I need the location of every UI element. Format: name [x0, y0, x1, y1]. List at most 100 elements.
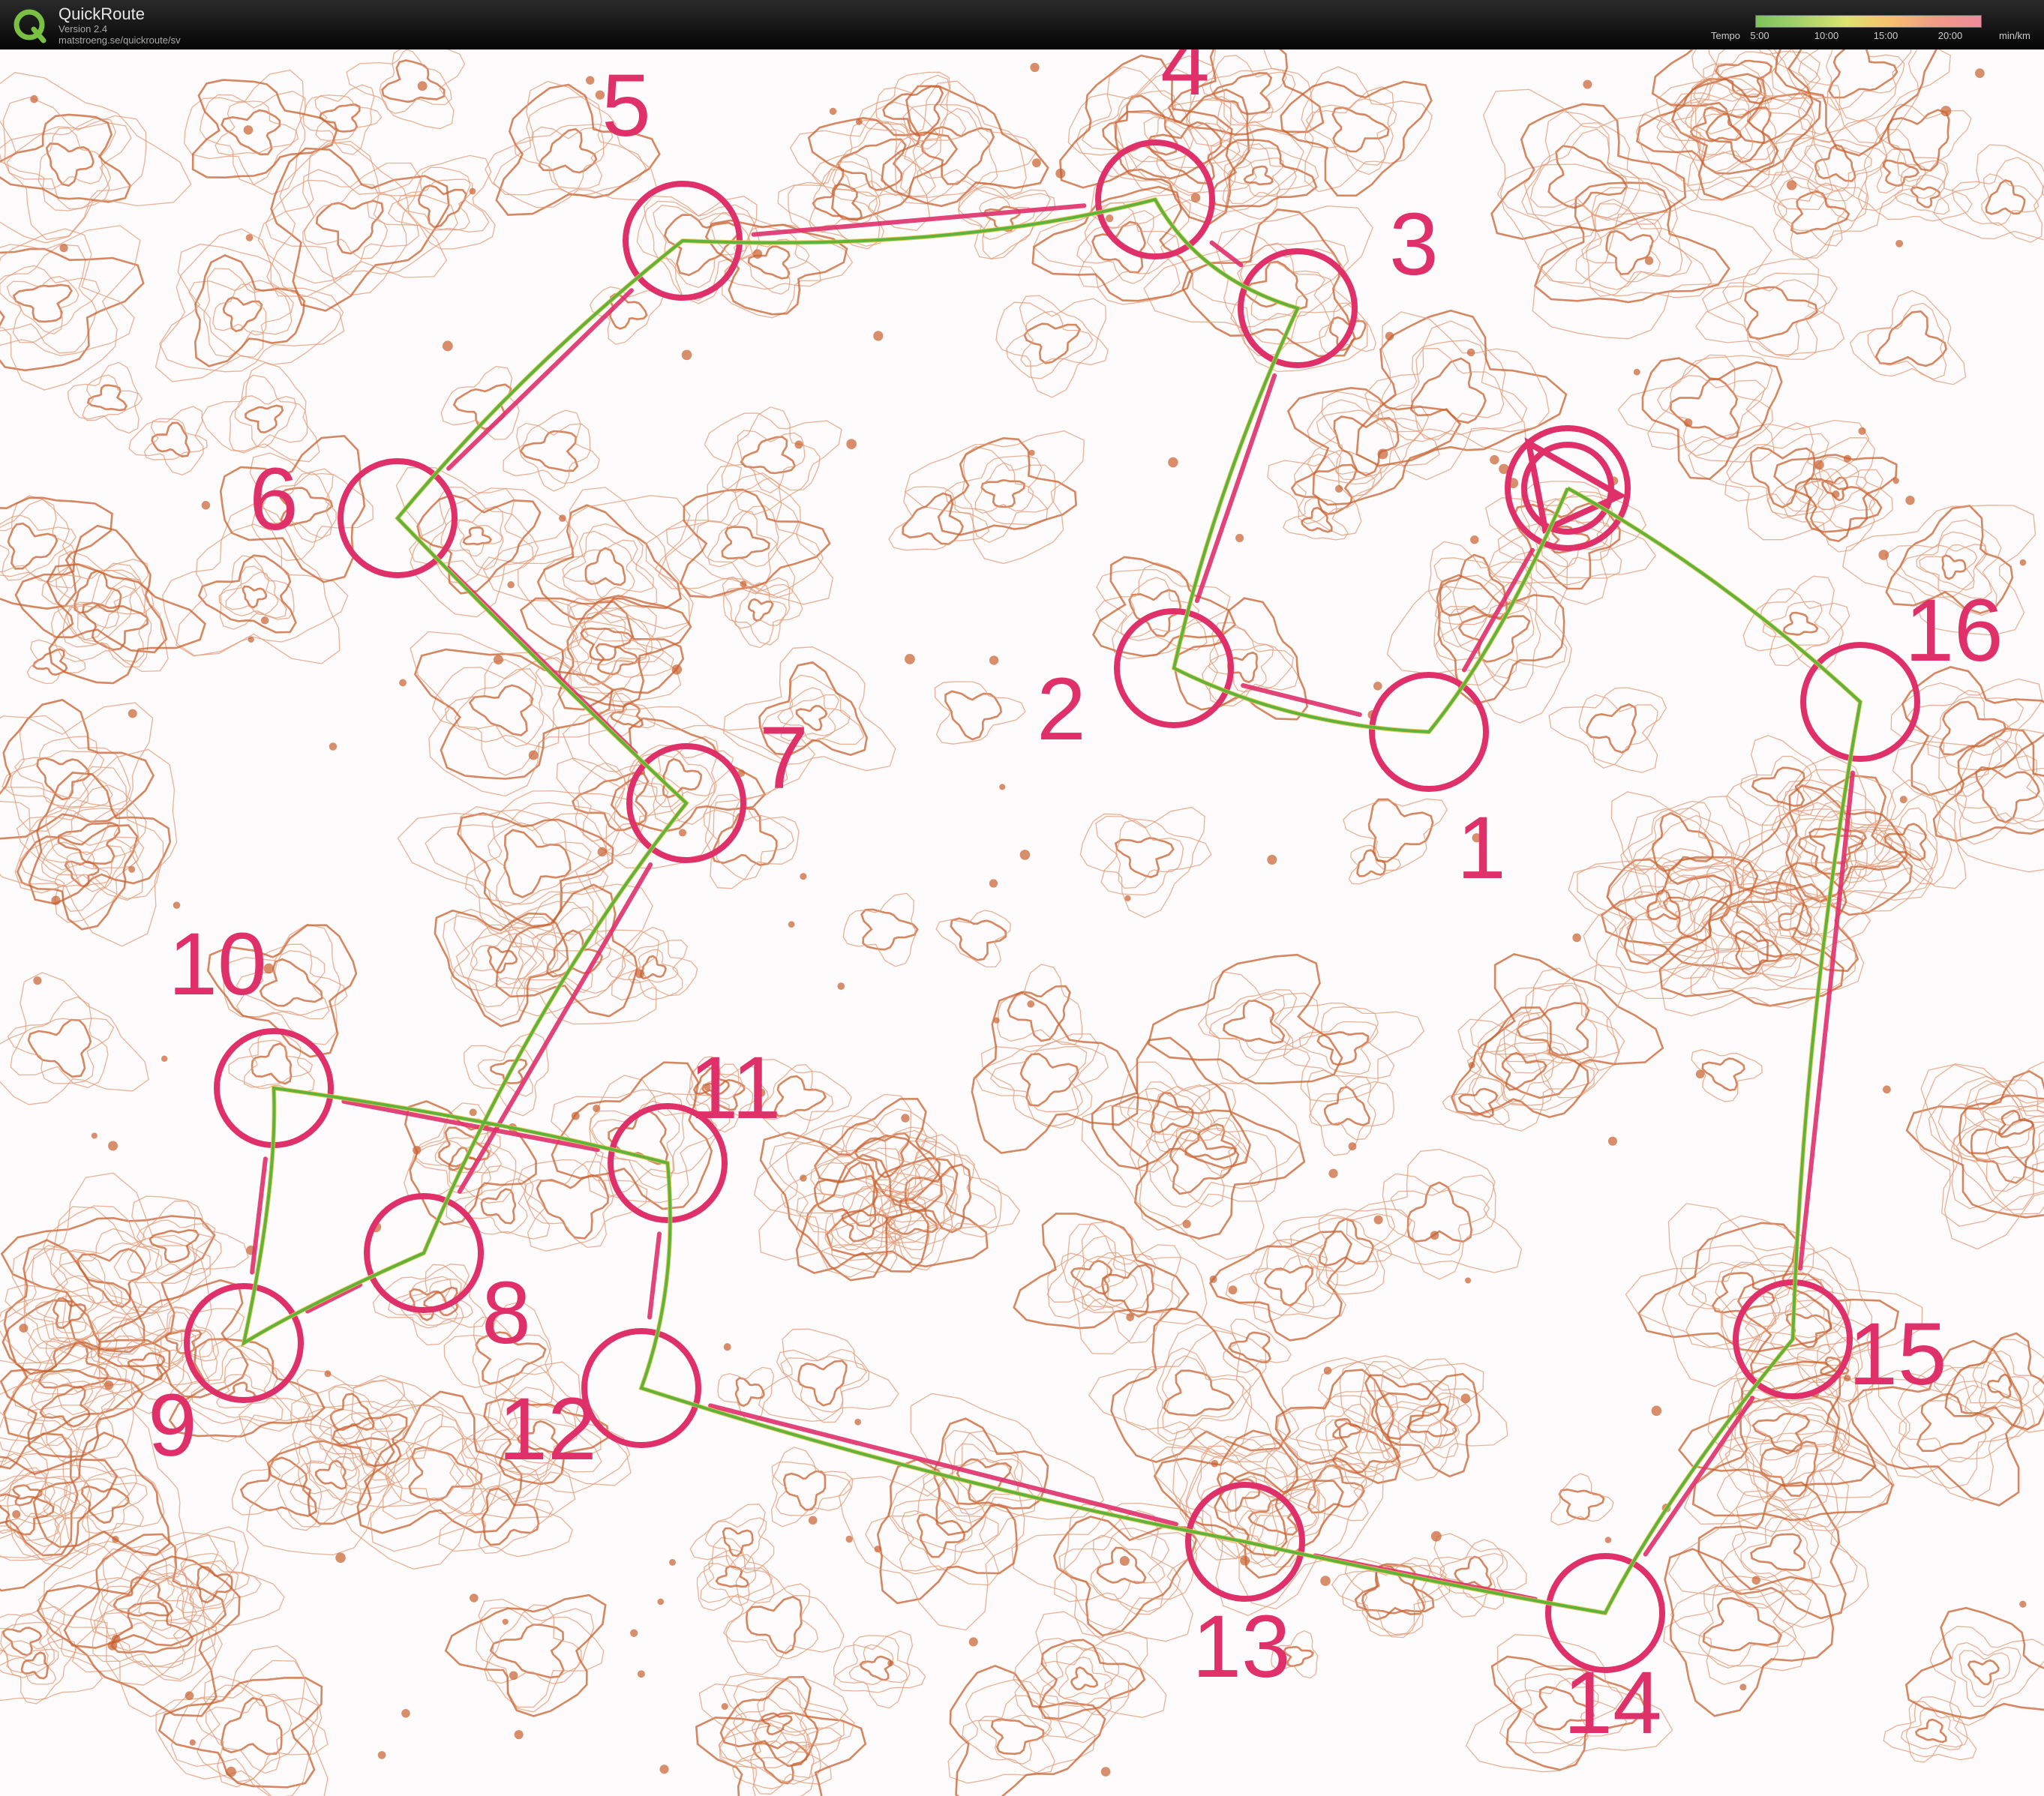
knoll-dot	[189, 1739, 196, 1746]
knoll-dot	[657, 1598, 665, 1606]
knoll-dot	[800, 873, 807, 880]
knoll-dot	[1385, 331, 1394, 341]
knoll-dot	[1604, 1537, 1612, 1543]
knoll-dot	[91, 1132, 98, 1139]
knoll-dot	[59, 244, 68, 253]
knoll-dot	[597, 847, 608, 857]
knoll-dot	[1335, 484, 1343, 493]
knoll-dot	[201, 501, 211, 510]
title-bar: QuickRoute Version 2.4 matstroeng.se/qui…	[0, 0, 2044, 49]
knoll-dot	[2019, 559, 2027, 566]
knoll-dot	[173, 901, 181, 909]
knoll-dot	[740, 580, 747, 588]
knoll-dot	[507, 581, 515, 589]
knoll-dot	[128, 709, 137, 718]
knoll-dot	[1883, 1085, 1891, 1094]
knoll-dot	[104, 1380, 114, 1390]
knoll-dot	[1032, 158, 1041, 168]
knoll-dot	[107, 1640, 118, 1651]
knoll-dot	[1607, 1136, 1618, 1146]
knoll-dot	[1940, 106, 1952, 117]
knoll-dot	[593, 1104, 601, 1113]
legend-tick: 5:00	[1750, 30, 1769, 41]
knoll-dot	[329, 742, 338, 751]
knoll-dot	[1124, 895, 1131, 901]
control-number: 7	[759, 709, 809, 808]
knoll-dot	[1320, 1576, 1331, 1586]
knoll-dot	[413, 1146, 422, 1155]
knoll-dot	[1895, 239, 1904, 247]
knoll-dot	[1899, 796, 1907, 804]
knoll-dot	[669, 1558, 676, 1566]
orienteering-map[interactable]: 1 2 3 4 5 6 7 8 9 10 11 12 13 14 15 16	[0, 49, 2044, 1796]
knoll-dot	[721, 1702, 728, 1711]
knoll-dot	[1168, 457, 1178, 468]
knoll-dot	[1328, 1168, 1338, 1178]
legend-tick: 10:00	[1814, 30, 1839, 41]
knoll-dot	[681, 349, 692, 361]
knoll-dot	[1814, 460, 1824, 470]
quickroute-logo-icon	[14, 9, 47, 43]
knoll-dot	[788, 921, 795, 928]
knoll-dot	[1027, 1000, 1035, 1008]
control-number: 4	[1160, 49, 1210, 114]
knoll-dot	[260, 616, 269, 625]
knoll-dot	[248, 636, 254, 643]
knoll-dot	[1373, 681, 1382, 691]
knoll-dot	[752, 249, 763, 259]
control-number: 2	[1037, 660, 1086, 759]
knoll-dot	[1373, 1215, 1383, 1225]
knoll-dot	[1465, 1277, 1472, 1284]
knoll-dot	[185, 1691, 194, 1701]
legend-unit: min/km	[1999, 30, 2030, 41]
knoll-dot	[637, 1670, 645, 1678]
knoll-dot	[993, 1017, 1000, 1024]
knoll-dot	[161, 1055, 168, 1062]
knoll-dot	[502, 1618, 509, 1625]
knoll-dot	[1377, 448, 1388, 460]
control-number: 6	[249, 450, 299, 549]
knoll-dot	[514, 1730, 524, 1740]
knoll-dot	[1633, 368, 1640, 376]
knoll-dot	[1490, 454, 1499, 465]
knoll-dot	[1019, 850, 1031, 860]
knoll-dot	[887, 1660, 894, 1667]
knoll-dot	[800, 1174, 807, 1182]
knoll-dot	[1228, 1285, 1238, 1295]
knoll-dot	[493, 655, 503, 665]
knoll-dot	[1209, 1275, 1217, 1283]
knoll-dot	[528, 750, 539, 760]
knoll-dot	[1644, 256, 1654, 265]
knoll-dot	[469, 187, 476, 195]
knoll-dot	[659, 1765, 669, 1774]
control-number: 3	[1389, 195, 1439, 294]
knoll-dot	[226, 1766, 236, 1777]
knoll-dot	[112, 1535, 119, 1543]
knoll-dot	[1905, 495, 1915, 505]
app-name: QuickRoute	[59, 4, 145, 23]
knoll-dot	[1739, 1684, 1747, 1691]
control-number: 10	[168, 915, 266, 1014]
tempo-legend: Tempo 5:00 10:00 15:00 20:00 min/km	[1703, 12, 2033, 43]
knoll-dot	[470, 1594, 479, 1603]
knoll-dot	[905, 654, 915, 664]
knoll-dot	[1892, 477, 1899, 484]
knoll-dot	[335, 1552, 346, 1564]
knoll-dot	[1468, 1061, 1475, 1069]
knoll-dot	[585, 76, 595, 85]
knoll-dot	[1651, 1405, 1662, 1417]
knoll-dot	[1695, 1069, 1705, 1079]
knoll-dot	[1832, 490, 1840, 499]
knoll-dot	[989, 655, 999, 665]
legend-tick: 20:00	[1937, 30, 1963, 41]
map-canvas[interactable]: 12345678910111213141516	[0, 49, 2044, 1796]
knoll-dot	[1430, 1231, 1439, 1240]
knoll-dot	[1028, 449, 1035, 456]
knoll-dot	[1684, 418, 1693, 427]
knoll-dot	[108, 1141, 119, 1151]
knoll-dot	[33, 976, 42, 985]
control-number: 5	[602, 56, 651, 155]
knoll-dot	[1583, 79, 1592, 89]
knoll-dot	[417, 81, 428, 91]
knoll-dot	[1119, 1555, 1130, 1567]
